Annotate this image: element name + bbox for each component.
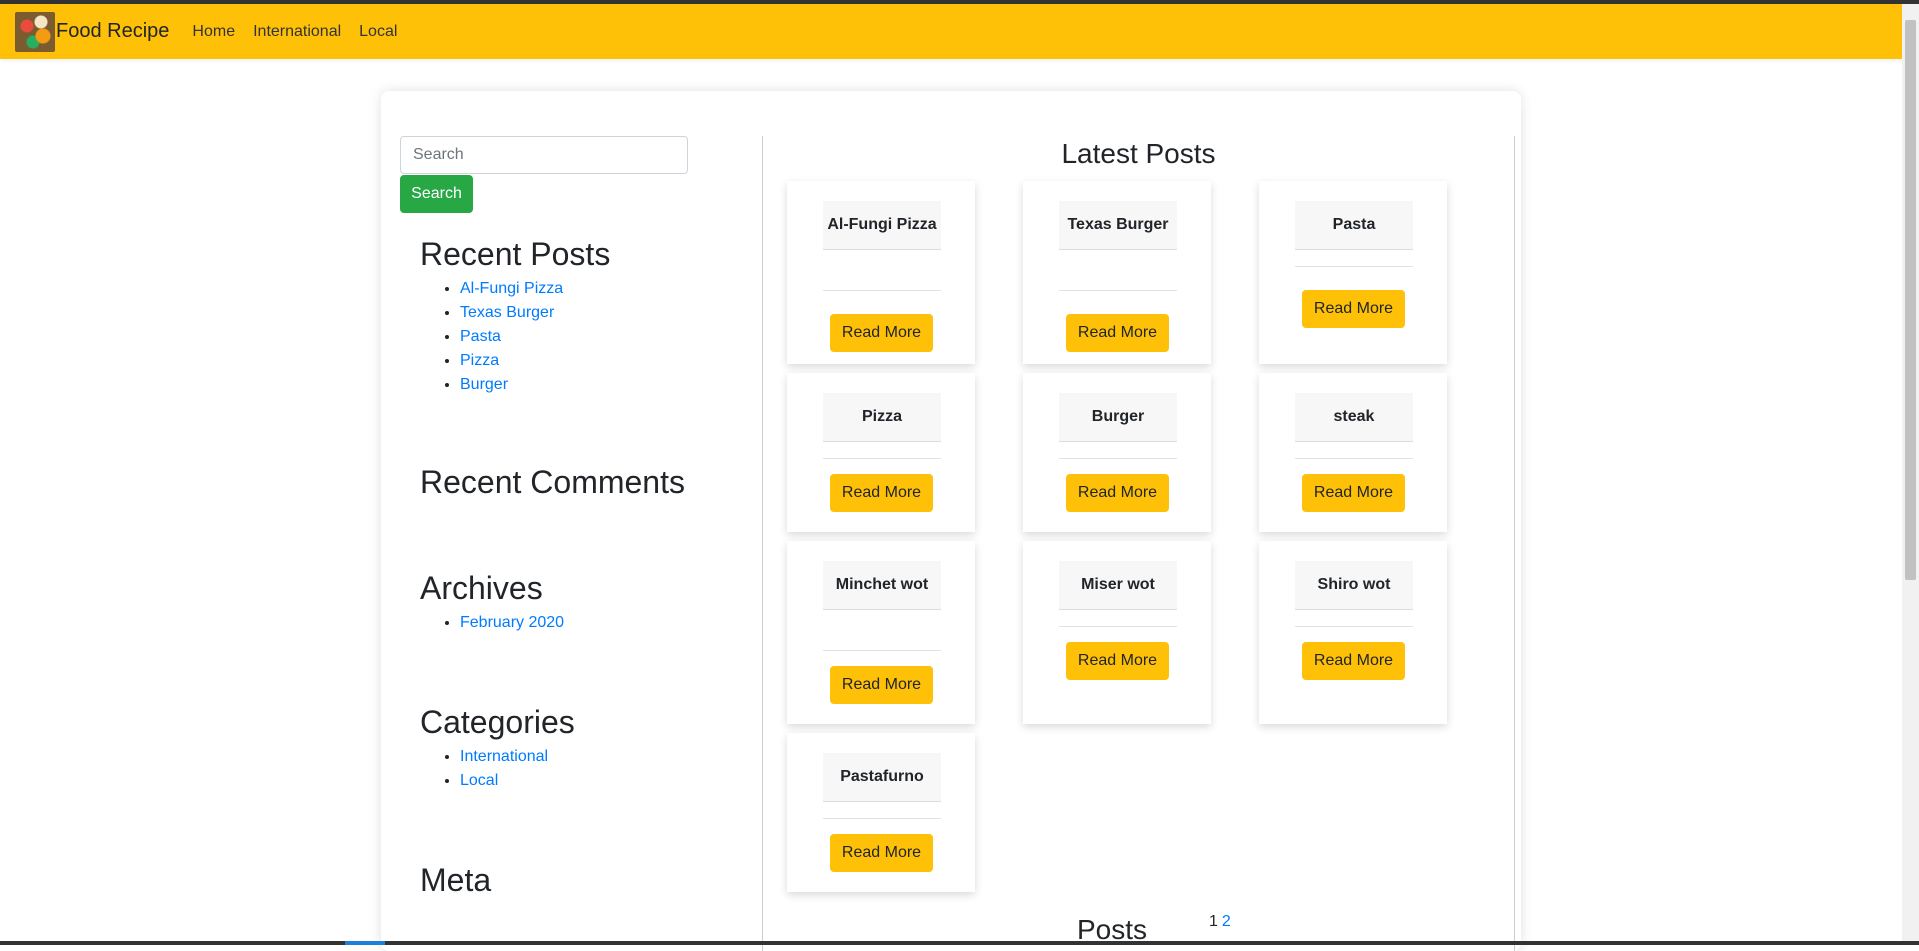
recent-comments-title: Recent Comments: [420, 464, 685, 500]
post-card: Texas Burger Read More: [1023, 181, 1211, 364]
archives-widget: Archives February 2020: [420, 569, 740, 635]
card-divider: [1295, 266, 1413, 267]
scrollbar-thumb[interactable]: [1905, 20, 1916, 580]
nav-links: Home International Local: [183, 23, 406, 41]
post-card: Shiro wot Read More: [1259, 541, 1447, 724]
post-card: Pastafurno Read More: [787, 733, 975, 892]
archives-list: February 2020: [420, 611, 740, 635]
recent-posts-list: Al-Fungi Pizza Texas Burger Pasta Pizza …: [420, 277, 740, 397]
read-more-button[interactable]: Read More: [830, 834, 933, 872]
post-card: Miser wot Read More: [1023, 541, 1211, 724]
read-more-button[interactable]: Read More: [1066, 314, 1169, 352]
post-card: Burger Read More: [1023, 373, 1211, 532]
sidebar: Search Recent Posts Al-Fungi Pizza Texas…: [400, 136, 740, 903]
post-card-title: Miser wot: [1059, 561, 1177, 610]
nav-link-local[interactable]: Local: [350, 23, 406, 41]
post-card-title: Pastafurno: [823, 753, 941, 802]
navbar: Food Recipe Home International Local: [0, 4, 1902, 59]
recent-post-link[interactable]: Al-Fungi Pizza: [460, 280, 563, 297]
list-item: Texas Burger: [460, 301, 740, 325]
post-card-title: steak: [1295, 393, 1413, 442]
post-card: Pizza Read More: [787, 373, 975, 532]
category-link[interactable]: Local: [460, 772, 498, 789]
card-divider: [823, 290, 941, 291]
post-card: Al-Fungi Pizza Read More: [787, 181, 975, 364]
read-more-button[interactable]: Read More: [830, 666, 933, 704]
card-divider: [1059, 626, 1177, 627]
card-divider: [823, 458, 941, 459]
category-link[interactable]: International: [460, 748, 548, 765]
recent-comments-widget: Recent Comments: [420, 463, 740, 501]
recent-posts-title: Recent Posts: [420, 236, 611, 272]
meta-widget: Meta: [420, 861, 740, 899]
read-more-button[interactable]: Read More: [1302, 642, 1405, 680]
archive-link[interactable]: February 2020: [460, 614, 564, 631]
list-item: Pasta: [460, 325, 740, 349]
recent-posts-widget: Recent Posts Al-Fungi Pizza Texas Burger…: [420, 235, 740, 397]
taskbar-strip: [0, 941, 1919, 945]
categories-title: Categories: [420, 704, 575, 740]
food-logo-icon: [15, 11, 55, 52]
page-link-next[interactable]: 2: [1222, 913, 1231, 930]
card-divider: [823, 650, 941, 651]
pagination: 12: [1209, 913, 1231, 931]
search-button[interactable]: Search: [400, 175, 473, 213]
card-divider: [1295, 626, 1413, 627]
read-more-button[interactable]: Read More: [1066, 474, 1169, 512]
recent-post-link[interactable]: Pizza: [460, 352, 499, 369]
post-card: Pasta Read More: [1259, 181, 1447, 364]
categories-list: International Local: [420, 745, 740, 793]
categories-widget: Categories International Local: [420, 703, 740, 793]
list-item: Local: [460, 769, 740, 793]
card-divider: [823, 818, 941, 819]
recent-post-link[interactable]: Burger: [460, 376, 508, 393]
search-input[interactable]: [400, 136, 688, 174]
read-more-button[interactable]: Read More: [830, 314, 933, 352]
brand-text: Food Recipe: [56, 20, 170, 42]
taskbar-active-indicator: [345, 941, 385, 945]
brand-link[interactable]: Food Recipe: [15, 11, 170, 52]
archives-title: Archives: [420, 570, 543, 606]
column-divider: [1514, 136, 1515, 951]
nav-link-home[interactable]: Home: [183, 23, 244, 41]
read-more-button[interactable]: Read More: [1066, 642, 1169, 680]
post-card-title: Texas Burger: [1059, 201, 1177, 250]
nav-link-international[interactable]: International: [244, 23, 350, 41]
post-card-title: Shiro wot: [1295, 561, 1413, 610]
read-more-button[interactable]: Read More: [1302, 474, 1405, 512]
read-more-button[interactable]: Read More: [830, 474, 933, 512]
post-card-title: Minchet wot: [823, 561, 941, 610]
page-current: 1: [1209, 913, 1218, 930]
post-card-title: Burger: [1059, 393, 1177, 442]
list-item: International: [460, 745, 740, 769]
recent-post-link[interactable]: Pasta: [460, 328, 501, 345]
post-card-title: Al-Fungi Pizza: [823, 201, 941, 250]
list-item: Burger: [460, 373, 740, 397]
content-container: Search Recent Posts Al-Fungi Pizza Texas…: [381, 91, 1521, 951]
meta-title: Meta: [420, 862, 492, 898]
post-card: Minchet wot Read More: [787, 541, 975, 724]
post-card-title: Pizza: [823, 393, 941, 442]
list-item: Pizza: [460, 349, 740, 373]
read-more-button[interactable]: Read More: [1302, 290, 1405, 328]
post-card: steak Read More: [1259, 373, 1447, 532]
list-item: February 2020: [460, 611, 740, 635]
list-item: Al-Fungi Pizza: [460, 277, 740, 301]
card-divider: [1059, 458, 1177, 459]
column-divider: [762, 136, 763, 951]
post-card-title: Pasta: [1295, 201, 1413, 250]
card-divider: [1295, 458, 1413, 459]
card-divider: [1059, 290, 1177, 291]
recent-post-link[interactable]: Texas Burger: [460, 304, 554, 321]
latest-posts-title: Latest Posts: [1061, 138, 1216, 169]
vertical-scrollbar[interactable]: [1902, 4, 1919, 945]
